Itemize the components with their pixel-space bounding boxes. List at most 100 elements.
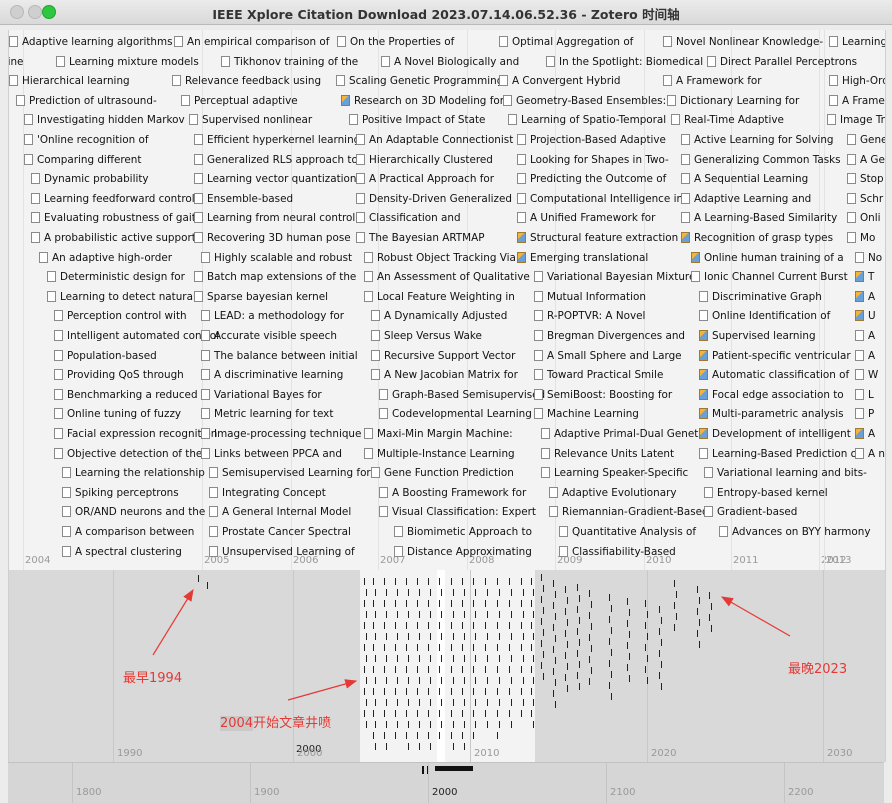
timeline-event[interactable]: Learning of Spatio-Temporal <box>508 113 666 127</box>
timeline-event[interactable]: A Boosting Framework for <box>379 486 526 500</box>
timeline-event[interactable]: Links between PPCA and <box>201 447 342 461</box>
timeline-event[interactable]: Online Identification of <box>699 309 830 323</box>
timeline-event[interactable]: Semisupervised Learning for <box>209 466 371 480</box>
timeline-event[interactable]: Objective detection of the <box>54 447 202 461</box>
timeline-event[interactable]: Entropy-based kernel <box>704 486 828 500</box>
timeline-event[interactable]: A Sequential Learning <box>681 172 808 186</box>
timeline-event[interactable]: Gradient-based <box>704 505 797 519</box>
timeline-event[interactable]: L <box>855 388 874 402</box>
timeline-event[interactable]: A comparison between <box>62 525 194 539</box>
timeline-event[interactable]: U <box>855 309 876 323</box>
timeline-event[interactable]: Supervised learning <box>699 329 816 343</box>
timeline-event[interactable]: Comparing different <box>24 153 141 167</box>
timeline-event[interactable]: Learning <box>829 35 885 49</box>
timeline-event[interactable]: Mutual Information <box>534 290 646 304</box>
timeline-event[interactable]: LEAD: a methodology for <box>201 309 344 323</box>
timeline-event[interactable]: Learning from neural control <box>194 211 355 225</box>
timeline-event[interactable]: A New Jacobian Matrix for <box>371 368 518 382</box>
timeline-event[interactable]: Deterministic design for <box>47 270 185 284</box>
timeline-event[interactable]: Onli <box>847 211 881 225</box>
timeline-event[interactable]: Maxi-Min Margin Machine: <box>364 427 513 441</box>
timeline-event[interactable]: Perceptual adaptive <box>181 94 298 108</box>
timeline-event[interactable]: Hierarchical learning <box>9 74 130 88</box>
timeline-event[interactable]: A Framework for <box>663 74 762 88</box>
timeline-event[interactable]: Local Feature Weighting in <box>364 290 515 304</box>
timeline-event[interactable]: Adaptive learning algorithms <box>9 35 173 49</box>
timeline-event[interactable]: Generalized RLS approach to <box>194 153 358 167</box>
timeline-event[interactable]: A General Internal Model <box>209 505 351 519</box>
timeline-event[interactable]: A Convergent Hybrid <box>499 74 621 88</box>
timeline-event[interactable]: Direct Parallel Perceptrons <box>707 55 857 69</box>
timeline-event[interactable]: An Adaptable Connectionist <box>356 133 513 147</box>
timeline-event[interactable]: Efficient hyperkernel learning <box>194 133 360 147</box>
timeline-event[interactable]: A Small Sphere and Large <box>534 349 682 363</box>
timeline-event[interactable]: Discriminative Graph <box>699 290 822 304</box>
timeline-event[interactable]: Geometry-Based Ensembles: <box>503 94 666 108</box>
timeline-event[interactable]: Supervised nonlinear <box>189 113 312 127</box>
timeline-event[interactable]: Variational Bayesian Mixture <box>534 270 695 284</box>
timeline-event[interactable]: Riemannian-Gradient-Based <box>549 505 709 519</box>
timeline-event[interactable]: Schr <box>847 192 883 206</box>
timeline-event[interactable]: Novel Nonlinear Knowledge- <box>663 35 823 49</box>
timeline-event[interactable]: Optimal Aggregation of <box>499 35 633 49</box>
timeline-event[interactable]: Robust Object Tracking Via <box>364 251 516 265</box>
timeline-event[interactable]: Scaling Genetic Programming <box>336 74 503 88</box>
timeline-event[interactable]: The balance between initial <box>201 349 358 363</box>
timeline-event[interactable]: Looking for Shapes in Two- <box>517 153 669 167</box>
timeline-event[interactable]: A Practical Approach for <box>356 172 494 186</box>
timeline-event[interactable]: Spiking perceptrons <box>62 486 179 500</box>
timeline-event[interactable]: Machine Learning <box>534 407 639 421</box>
timeline-event[interactable]: Generalizing Common Tasks <box>681 153 841 167</box>
timeline-event[interactable]: Learning mixture models <box>56 55 199 69</box>
timeline-event[interactable]: Quantitative Analysis of <box>559 525 696 539</box>
timeline-event[interactable]: A spectral clustering <box>62 545 182 559</box>
timeline-event[interactable]: Relevance Units Latent <box>541 447 674 461</box>
timeline-event[interactable]: An adaptive high-order <box>39 251 172 265</box>
timeline-event[interactable]: Projection-Based Adaptive <box>517 133 666 147</box>
timeline-event[interactable]: A Framew <box>829 94 885 108</box>
timeline-event[interactable]: Prostate Cancer Spectral <box>209 525 351 539</box>
timeline-event[interactable]: Advances on BYY harmony <box>719 525 871 539</box>
timeline-event[interactable]: Development of intelligent <box>699 427 851 441</box>
timeline-event[interactable]: Ensemble-based <box>194 192 293 206</box>
timeline-event[interactable]: Accurate visible speech <box>201 329 337 343</box>
timeline-event[interactable]: Highly scalable and robust <box>201 251 352 265</box>
timeline-event[interactable]: A Novel Biologically and <box>381 55 519 69</box>
timeline-event[interactable]: Online tuning of fuzzy <box>54 407 181 421</box>
timeline-event[interactable]: Population-based <box>54 349 157 363</box>
timeline-event[interactable]: A probabilistic active support <box>31 231 196 245</box>
timeline-event[interactable]: A Dynamically Adjusted <box>371 309 507 323</box>
timeline-event[interactable]: Biomimetic Approach to <box>394 525 532 539</box>
timeline-event[interactable]: Providing QoS through <box>54 368 184 382</box>
timeline-overview-band[interactable]: 2000 1990 2000 2010 2020 2030 <box>8 570 886 762</box>
timeline-event[interactable]: Multi-parametric analysis <box>699 407 844 421</box>
timeline-detail-band[interactable]: 2004 2005 2006 2007 2008 2009 2010 2011 2012 2013… <box>8 30 886 570</box>
timeline-event[interactable]: Mo <box>847 231 875 245</box>
timeline-event[interactable]: Density-Driven Generalized <box>356 192 512 206</box>
timeline-event[interactable]: Hierarchically Clustered <box>356 153 493 167</box>
timeline-event[interactable]: Intelligent automated control <box>54 329 219 343</box>
timeline-event[interactable]: A Learning-Based Similarity <box>681 211 837 225</box>
timeline-event[interactable]: Adaptive Evolutionary <box>549 486 677 500</box>
timeline-event[interactable]: Toward Practical Smile <box>534 368 663 382</box>
timeline-event[interactable]: Patient-specific ventricular <box>699 349 851 363</box>
timeline-event[interactable]: Emerging translational <box>517 251 648 265</box>
timeline-event[interactable]: Automatic classification of <box>699 368 849 382</box>
timeline-event[interactable]: Positive Impact of State <box>349 113 485 127</box>
timeline-event[interactable]: Research on 3D Modeling for <box>341 94 504 108</box>
timeline-event[interactable]: Distance Approximating <box>394 545 532 559</box>
timeline-event[interactable]: Codevelopmental Learning <box>379 407 532 421</box>
timeline-event[interactable]: A <box>855 329 875 343</box>
timeline-event[interactable]: Structural feature extraction <box>517 231 678 245</box>
timeline-event[interactable]: Recognition of grasp types <box>681 231 833 245</box>
timeline-event[interactable]: Classification and <box>356 211 461 225</box>
timeline-event[interactable]: OR/AND neurons and the <box>62 505 205 519</box>
timeline-event[interactable]: Ionic Channel Current Burst <box>691 270 848 284</box>
timeline-event[interactable]: An empirical comparison of <box>174 35 329 49</box>
timeline-event[interactable]: R-POPTVR: A Novel <box>534 309 645 323</box>
timeline-event[interactable]: A <box>855 290 875 304</box>
timeline-event[interactable]: SemiBoost: Boosting for <box>534 388 672 402</box>
timeline-event[interactable]: Predicting the Outcome of <box>517 172 666 186</box>
timeline-event[interactable]: Facial expression recognition <box>54 427 217 441</box>
timeline-event[interactable]: Image Tr <box>827 113 885 127</box>
